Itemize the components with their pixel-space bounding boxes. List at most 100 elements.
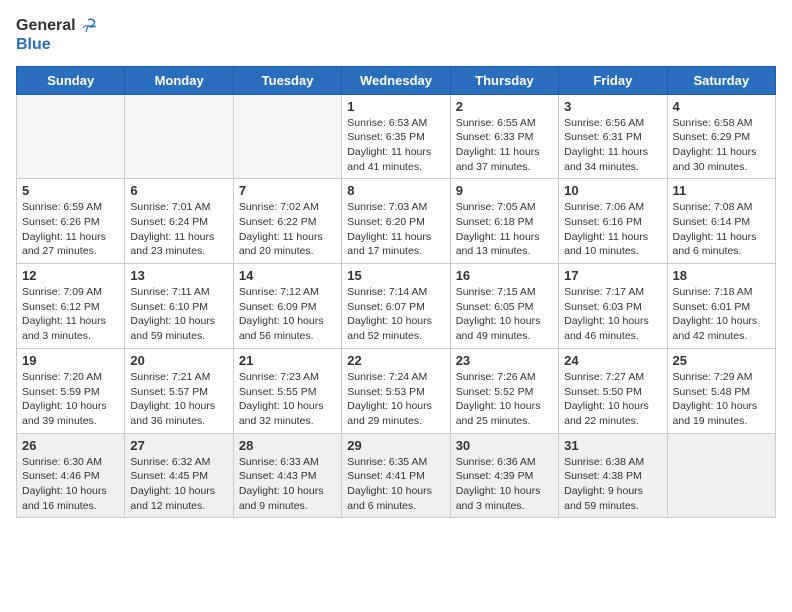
day-info: Sunrise: 6:56 AM Sunset: 6:31 PM Dayligh… [564, 116, 661, 175]
calendar-day-cell: 22 Sunrise: 7:24 AM Sunset: 5:53 PM Dayli… [342, 348, 450, 433]
day-number: 20 [130, 353, 227, 368]
day-info: Sunrise: 7:23 AM Sunset: 5:55 PM Dayligh… [239, 370, 336, 429]
day-info: Sunrise: 6:58 AM Sunset: 6:29 PM Dayligh… [673, 116, 770, 175]
calendar-week-row: 12 Sunrise: 7:09 AM Sunset: 6:12 PM Dayli… [17, 264, 776, 349]
calendar-day-cell: 24 Sunrise: 7:27 AM Sunset: 5:50 PM Dayli… [559, 348, 667, 433]
day-info: Sunrise: 6:32 AM Sunset: 4:45 PM Dayligh… [130, 455, 227, 514]
day-number: 10 [564, 183, 661, 198]
day-info: Sunrise: 7:18 AM Sunset: 6:01 PM Dayligh… [673, 285, 770, 344]
day-number: 14 [239, 268, 336, 283]
weekday-header-tuesday: Tuesday [233, 66, 341, 94]
calendar-day-cell [667, 433, 775, 518]
day-number: 19 [22, 353, 119, 368]
day-number: 26 [22, 438, 119, 453]
calendar-day-cell: 9 Sunrise: 7:05 AM Sunset: 6:18 PM Daylig… [450, 179, 558, 264]
calendar-day-cell: 7Sunrise: 7:02 AM Sunset: 6:22 PM Daylig… [233, 179, 341, 264]
day-number: 5 [22, 183, 119, 198]
weekday-header-friday: Friday [559, 66, 667, 94]
day-info: Sunrise: 7:03 AM Sunset: 6:20 PM Dayligh… [347, 200, 444, 259]
day-number: 2 [456, 99, 553, 114]
day-info: Sunrise: 6:30 AM Sunset: 4:46 PM Dayligh… [22, 455, 119, 514]
day-number: 28 [239, 438, 336, 453]
calendar-day-cell: 4 Sunrise: 6:58 AM Sunset: 6:29 PM Daylig… [667, 94, 775, 179]
calendar-day-cell: 14 Sunrise: 7:12 AM Sunset: 6:09 PM Dayli… [233, 264, 341, 349]
calendar-day-cell: 19 Sunrise: 7:20 AM Sunset: 5:59 PM Dayli… [17, 348, 125, 433]
calendar-day-cell: 16Sunrise: 7:15 AM Sunset: 6:05 PM Dayli… [450, 264, 558, 349]
weekday-header-monday: Monday [125, 66, 233, 94]
day-info: Sunrise: 7:09 AM Sunset: 6:12 PM Dayligh… [22, 285, 119, 344]
day-number: 27 [130, 438, 227, 453]
weekday-row: SundayMondayTuesdayWednesdayThursdayFrid… [17, 66, 776, 94]
day-info: Sunrise: 6:53 AM Sunset: 6:35 PM Dayligh… [347, 116, 444, 175]
header-area: General Blue [16, 16, 776, 54]
day-number: 31 [564, 438, 661, 453]
day-number: 3 [564, 99, 661, 114]
day-info: Sunrise: 7:06 AM Sunset: 6:16 PM Dayligh… [564, 200, 661, 259]
calendar-day-cell: 21 Sunrise: 7:23 AM Sunset: 5:55 PM Dayli… [233, 348, 341, 433]
weekday-header-sunday: Sunday [17, 66, 125, 94]
calendar-day-cell: 31Sunrise: 6:38 AM Sunset: 4:38 PM Dayli… [559, 433, 667, 518]
day-info: Sunrise: 7:20 AM Sunset: 5:59 PM Dayligh… [22, 370, 119, 429]
day-info: Sunrise: 6:36 AM Sunset: 4:39 PM Dayligh… [456, 455, 553, 514]
calendar-day-cell: 28Sunrise: 6:33 AM Sunset: 4:43 PM Dayli… [233, 433, 341, 518]
calendar-day-cell: 23Sunrise: 7:26 AM Sunset: 5:52 PM Dayli… [450, 348, 558, 433]
calendar-day-cell: 3 Sunrise: 6:56 AM Sunset: 6:31 PM Daylig… [559, 94, 667, 179]
calendar-day-cell: 29 Sunrise: 6:35 AM Sunset: 4:41 PM Dayli… [342, 433, 450, 518]
weekday-header-saturday: Saturday [667, 66, 775, 94]
weekday-header-wednesday: Wednesday [342, 66, 450, 94]
day-info: Sunrise: 7:24 AM Sunset: 5:53 PM Dayligh… [347, 370, 444, 429]
day-number: 21 [239, 353, 336, 368]
calendar-body: 1 Sunrise: 6:53 AM Sunset: 6:35 PM Daylig… [17, 94, 776, 518]
day-info: Sunrise: 7:15 AM Sunset: 6:05 PM Dayligh… [456, 285, 553, 344]
logo: General Blue [16, 16, 98, 54]
logo-blue-text: Blue [16, 36, 98, 54]
day-info: Sunrise: 7:12 AM Sunset: 6:09 PM Dayligh… [239, 285, 336, 344]
calendar-day-cell: 15 Sunrise: 7:14 AM Sunset: 6:07 PM Dayli… [342, 264, 450, 349]
day-number: 29 [347, 438, 444, 453]
calendar-day-cell: 13Sunrise: 7:11 AM Sunset: 6:10 PM Dayli… [125, 264, 233, 349]
calendar-day-cell: 2 Sunrise: 6:55 AM Sunset: 6:33 PM Daylig… [450, 94, 558, 179]
day-info: Sunrise: 7:29 AM Sunset: 5:48 PM Dayligh… [673, 370, 770, 429]
day-info: Sunrise: 6:35 AM Sunset: 4:41 PM Dayligh… [347, 455, 444, 514]
day-number: 6 [130, 183, 227, 198]
calendar-day-cell: 27 Sunrise: 6:32 AM Sunset: 4:45 PM Dayli… [125, 433, 233, 518]
logo-bird-icon [78, 16, 98, 36]
calendar-day-cell: 25 Sunrise: 7:29 AM Sunset: 5:48 PM Dayli… [667, 348, 775, 433]
day-number: 15 [347, 268, 444, 283]
calendar-day-cell: 10 Sunrise: 7:06 AM Sunset: 6:16 PM Dayli… [559, 179, 667, 264]
calendar-header: SundayMondayTuesdayWednesdayThursdayFrid… [17, 66, 776, 94]
calendar-day-cell: 6Sunrise: 7:01 AM Sunset: 6:24 PM Daylig… [125, 179, 233, 264]
calendar-day-cell: 20Sunrise: 7:21 AM Sunset: 5:57 PM Dayli… [125, 348, 233, 433]
day-number: 12 [22, 268, 119, 283]
day-number: 25 [673, 353, 770, 368]
calendar-week-row: 19 Sunrise: 7:20 AM Sunset: 5:59 PM Dayli… [17, 348, 776, 433]
day-number: 4 [673, 99, 770, 114]
day-info: Sunrise: 7:11 AM Sunset: 6:10 PM Dayligh… [130, 285, 227, 344]
day-number: 24 [564, 353, 661, 368]
day-info: Sunrise: 7:26 AM Sunset: 5:52 PM Dayligh… [456, 370, 553, 429]
day-info: Sunrise: 7:17 AM Sunset: 6:03 PM Dayligh… [564, 285, 661, 344]
calendar-day-cell: 18Sunrise: 7:18 AM Sunset: 6:01 PM Dayli… [667, 264, 775, 349]
day-info: Sunrise: 7:27 AM Sunset: 5:50 PM Dayligh… [564, 370, 661, 429]
calendar-day-cell [17, 94, 125, 179]
day-number: 8 [347, 183, 444, 198]
day-number: 7 [239, 183, 336, 198]
day-number: 17 [564, 268, 661, 283]
day-number: 1 [347, 99, 444, 114]
day-number: 11 [673, 183, 770, 198]
logo-general-text: General [16, 17, 76, 35]
calendar-table: SundayMondayTuesdayWednesdayThursdayFrid… [16, 66, 776, 519]
calendar-day-cell: 12 Sunrise: 7:09 AM Sunset: 6:12 PM Dayli… [17, 264, 125, 349]
day-info: Sunrise: 7:08 AM Sunset: 6:14 PM Dayligh… [673, 200, 770, 259]
day-number: 9 [456, 183, 553, 198]
calendar-day-cell [125, 94, 233, 179]
day-number: 22 [347, 353, 444, 368]
day-info: Sunrise: 7:14 AM Sunset: 6:07 PM Dayligh… [347, 285, 444, 344]
weekday-header-thursday: Thursday [450, 66, 558, 94]
day-info: Sunrise: 7:05 AM Sunset: 6:18 PM Dayligh… [456, 200, 553, 259]
calendar-week-row: 5Sunrise: 6:59 AM Sunset: 6:26 PM Daylig… [17, 179, 776, 264]
calendar-day-cell [233, 94, 341, 179]
day-info: Sunrise: 6:55 AM Sunset: 6:33 PM Dayligh… [456, 116, 553, 175]
calendar-day-cell: 1 Sunrise: 6:53 AM Sunset: 6:35 PM Daylig… [342, 94, 450, 179]
calendar-day-cell: 11 Sunrise: 7:08 AM Sunset: 6:14 PM Dayli… [667, 179, 775, 264]
